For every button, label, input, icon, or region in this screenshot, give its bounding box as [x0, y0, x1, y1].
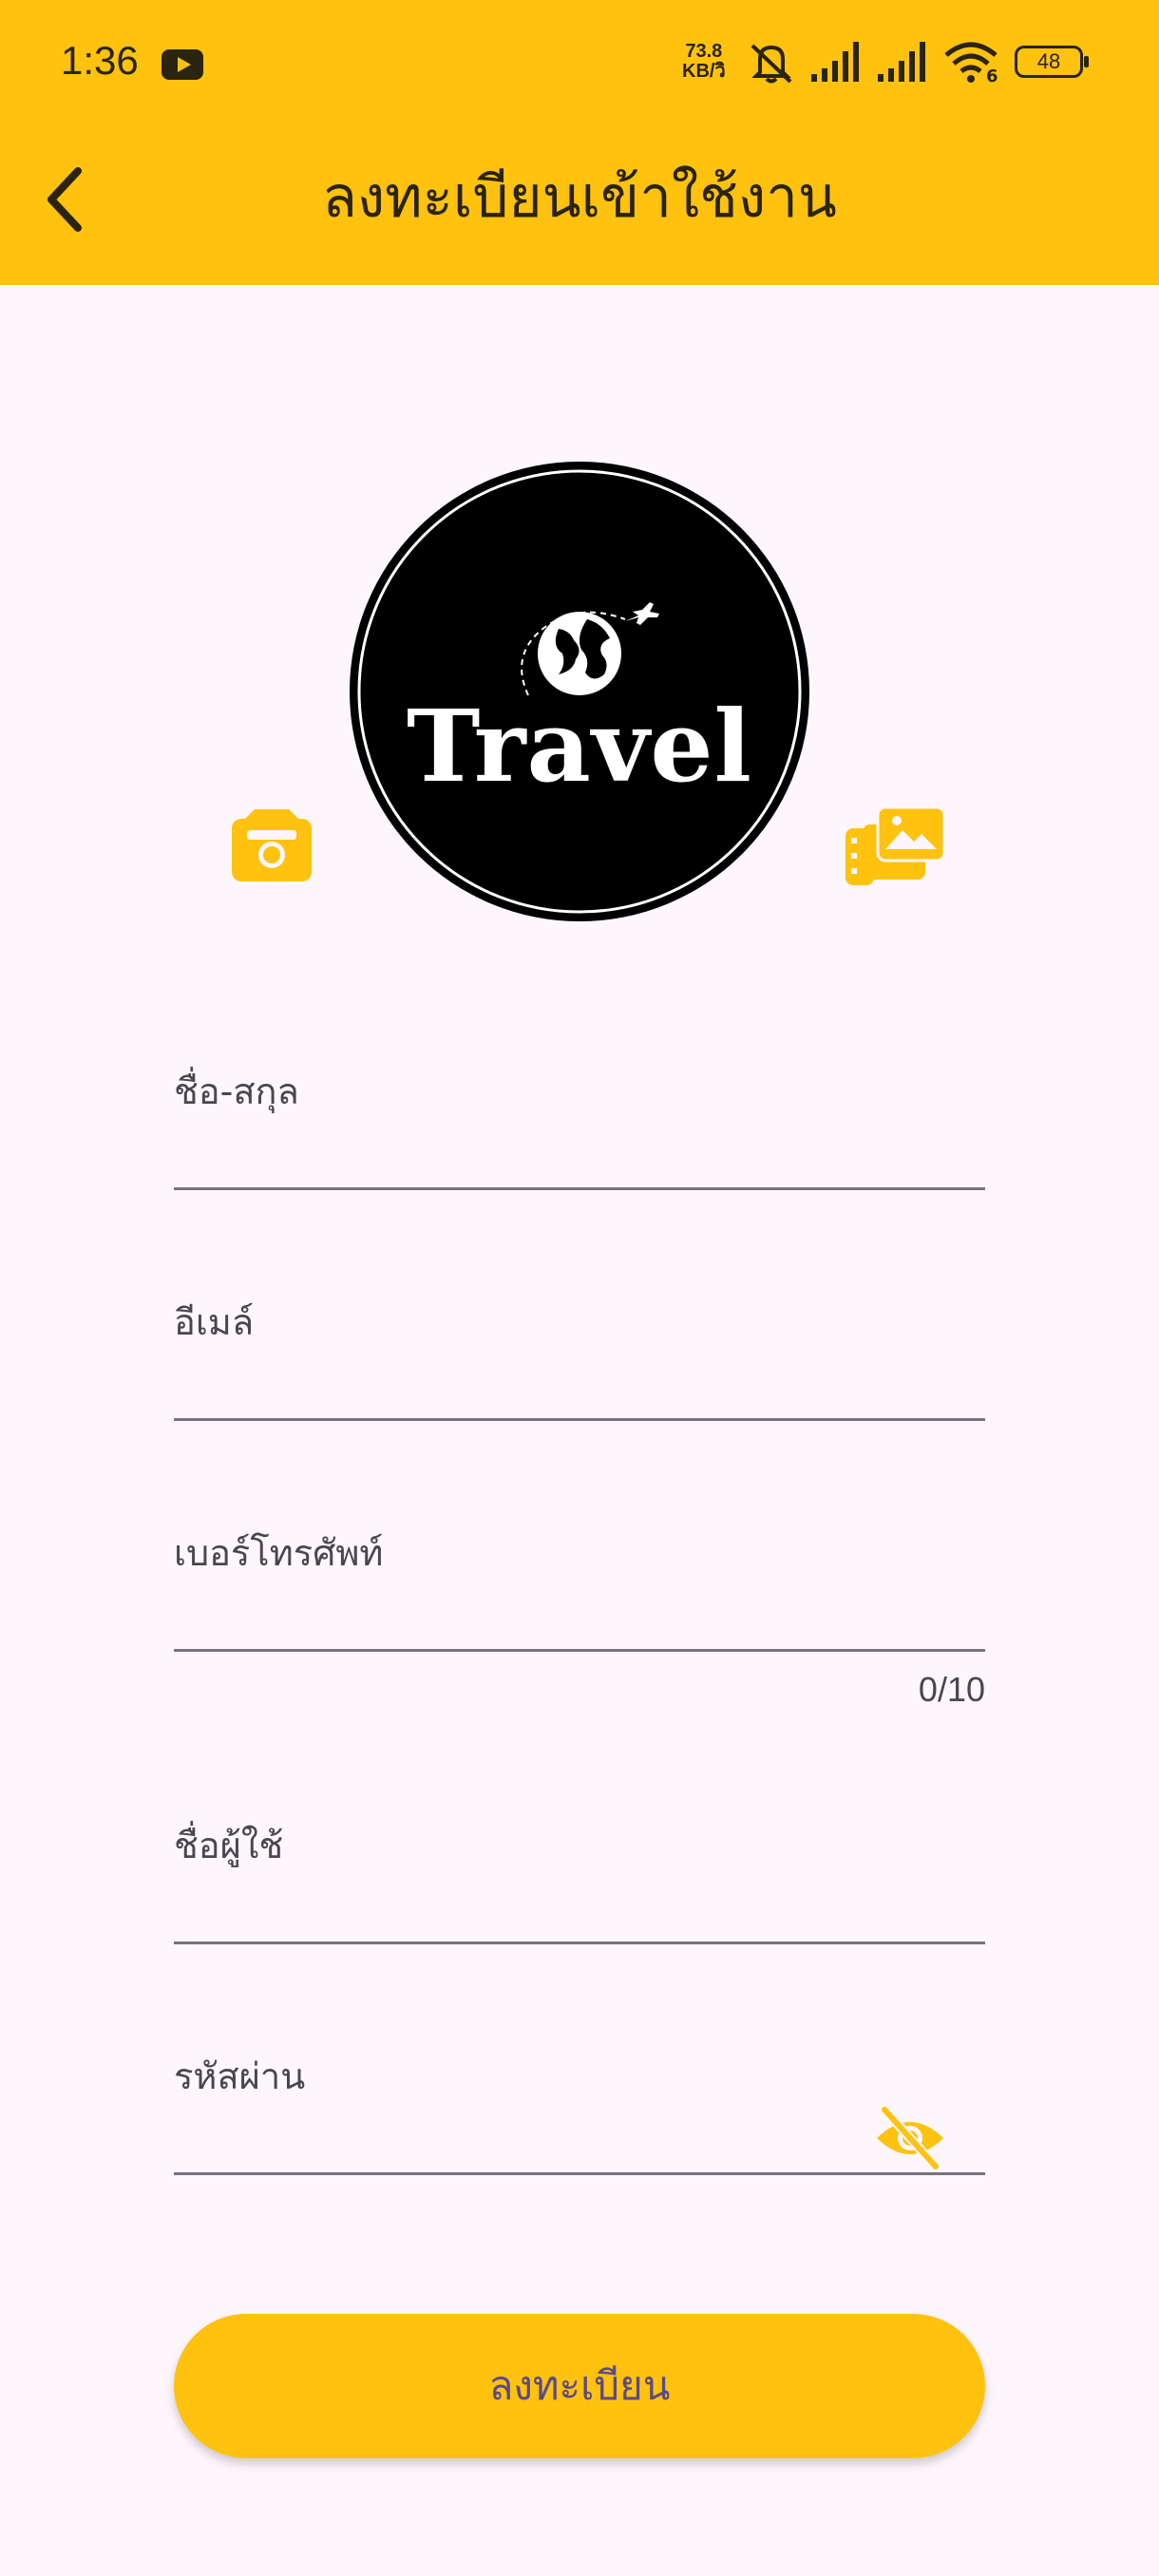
mute-icon — [750, 44, 792, 84]
wifi-label: 6 — [986, 66, 998, 86]
network-speed: 73.8 KB/วิ — [682, 42, 726, 82]
email-underline — [174, 1418, 985, 1421]
password-input[interactable] — [174, 2104, 881, 2172]
camera-button[interactable] — [232, 809, 312, 881]
battery-indicator: 48 — [1015, 46, 1089, 78]
phone-input[interactable] — [174, 1581, 989, 1649]
username-field: ชื่อผู้ใช้ — [174, 1816, 989, 1949]
status-time: 1:36 — [61, 38, 139, 83]
fullname-label: ชื่อ-สกุล — [174, 1070, 299, 1112]
email-input[interactable] — [174, 1350, 989, 1418]
phone-label: เบอร์โทรศัพท์ — [174, 1532, 384, 1574]
register-button[interactable]: ลงทะเบียน — [174, 2314, 985, 2458]
eye-off-icon — [877, 2105, 943, 2171]
signal-icon-1 — [811, 42, 859, 82]
phone-underline — [174, 1649, 985, 1652]
camera-icon — [232, 809, 312, 881]
signal-icon-2 — [878, 42, 925, 82]
fullname-underline — [174, 1187, 985, 1190]
youtube-icon — [162, 49, 203, 80]
phone-field: เบอร์โทรศัพท์ 0/10 — [174, 1524, 989, 1733]
username-label: ชื่อผู้ใช้ — [174, 1825, 284, 1866]
password-underline — [174, 2172, 985, 2175]
fullname-field: ชื่อ-สกุล — [174, 1062, 989, 1195]
password-field: รหัสผ่าน — [174, 2047, 985, 2180]
travel-logo: Travel — [348, 460, 811, 923]
page-title: ลงทะเบียนเข้าใช้งาน — [322, 164, 837, 231]
username-underline — [174, 1941, 985, 1944]
logo-text: Travel — [406, 688, 753, 805]
fullname-input[interactable] — [174, 1119, 989, 1187]
email-label: อีเมล์ — [174, 1301, 255, 1343]
network-speed-value: 73.8 — [685, 41, 723, 62]
toggle-password-visibility-button[interactable] — [873, 2104, 947, 2171]
password-label: รหัสผ่าน — [174, 2055, 306, 2097]
email-field: อีเมล์ — [174, 1293, 989, 1426]
gallery-icon — [846, 805, 946, 885]
username-input[interactable] — [174, 1873, 989, 1941]
network-speed-unit: KB/วิ — [682, 61, 726, 82]
gallery-button[interactable] — [846, 805, 946, 885]
phone-character-counter: 0/10 — [918, 1670, 985, 1709]
